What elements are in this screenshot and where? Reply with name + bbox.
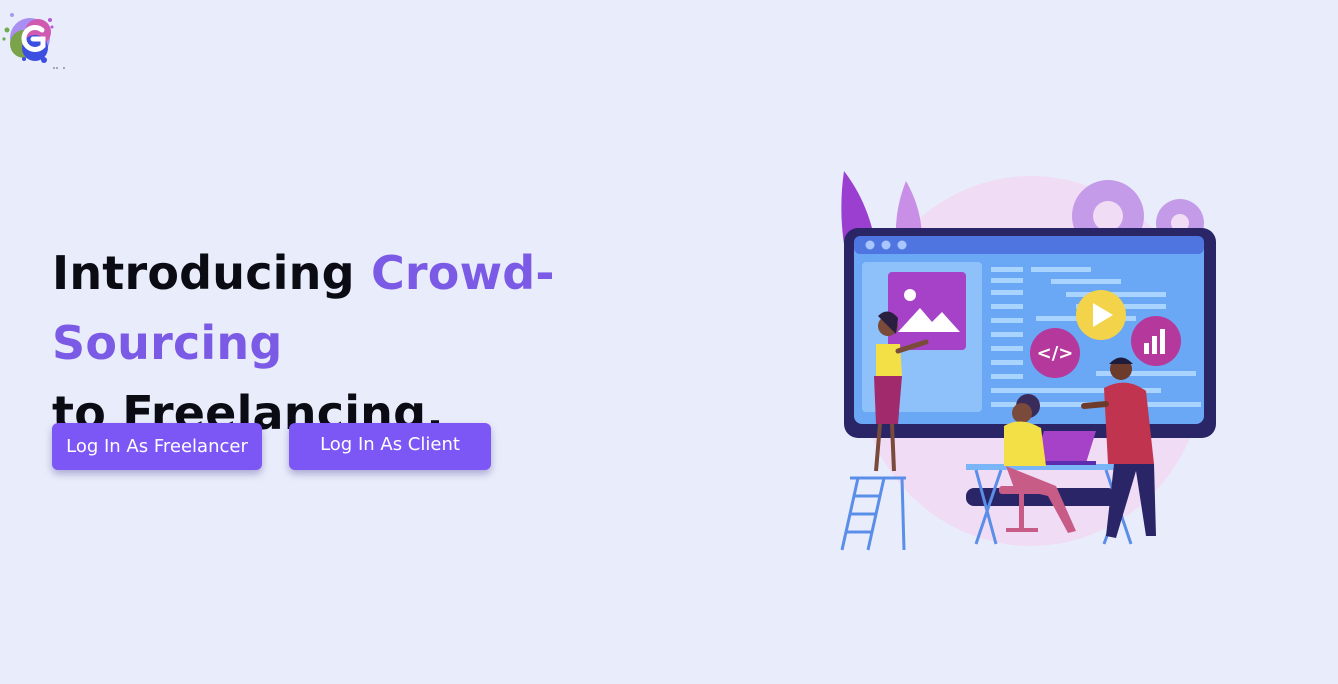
login-actions: Log In As Freelancer Log In As Client: [52, 423, 491, 470]
hero-headline: Introducing Crowd-Sourcing to Freelancin…: [52, 238, 752, 448]
hero-text: Introducing Crowd-Sourcing to Freelancin…: [52, 238, 752, 448]
brand-g-logo-icon: [2, 13, 65, 69]
login-client-button[interactable]: Log In As Client: [289, 423, 491, 470]
headline-intro: Introducing: [52, 246, 371, 300]
brand-logo[interactable]: [2, 12, 68, 70]
hero-illustration: </>: [836, 166, 1220, 556]
landing-page: Introducing Crowd-Sourcing to Freelancin…: [0, 0, 1338, 684]
login-freelancer-button[interactable]: Log In As Freelancer: [52, 423, 262, 470]
svg-text:</>: </>: [1037, 343, 1074, 364]
team-collaboration-illustration: </>: [840, 171, 1216, 551]
